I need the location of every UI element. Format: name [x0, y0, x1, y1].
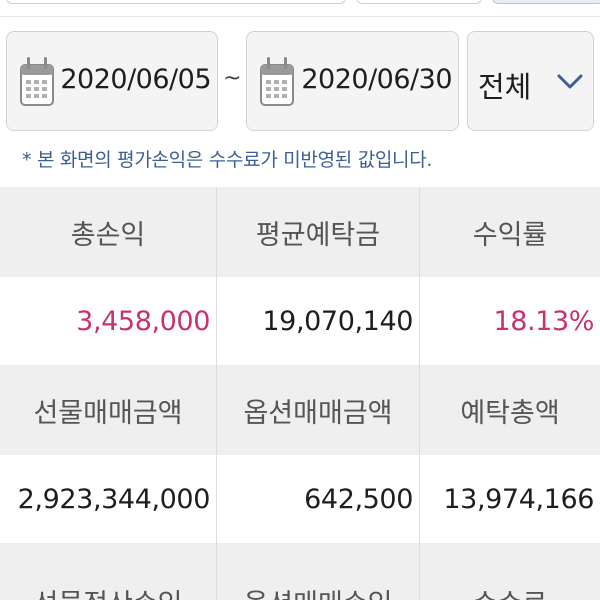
start-date-picker[interactable]: 2020/06/05 — [6, 31, 218, 131]
table-value-row: 3,458,000 19,070,140 18.13% — [0, 277, 600, 365]
top-tab-button[interactable] — [6, 0, 346, 4]
end-date-value: 2020/06/30 — [301, 64, 452, 95]
top-tab-button[interactable] — [356, 0, 482, 4]
fee-notice: * 본 화면의 평가손익은 수수료가 미반영된 값입니다. — [22, 149, 433, 171]
header-options-trade-amount: 옵션매매금액 — [217, 365, 420, 455]
header-commission: 수수료 — [420, 543, 600, 600]
header-futures-trade-amount: 선물매매금액 — [0, 365, 217, 455]
scope-select[interactable]: 전체 — [467, 31, 594, 131]
value-total-profit: 3,458,000 — [0, 277, 217, 365]
chevron-down-icon — [557, 74, 583, 89]
top-toolbar — [0, 0, 600, 17]
summary-table: 총손익 평균예탁금 수익률 3,458,000 19,070,140 18.13… — [0, 187, 600, 600]
value-total-deposit: 13,974,166 — [443, 483, 594, 515]
header-total-deposit: 예탁총액 — [460, 397, 560, 429]
table-header-row: 선물정산손익 옵션매매손익 수수료 — [0, 543, 600, 600]
value-avg-deposit: 19,070,140 — [217, 277, 420, 365]
calendar-icon — [20, 57, 54, 106]
calendar-icon — [260, 57, 294, 106]
start-date-value: 2020/06/05 — [60, 64, 211, 95]
header-futures-settlement-pl: 선물정산손익 — [0, 543, 217, 600]
header-options-trade-pl: 옵션매매손익 — [217, 543, 420, 600]
date-range-separator: ~ — [223, 66, 242, 91]
value-futures-trade-amount: 2,923,344,000 — [0, 455, 217, 543]
profit-summary-screen: 2020/06/05 ~ 2020/06/30 전체 * 본 화면의 평가손익은… — [0, 0, 600, 600]
end-date-picker[interactable]: 2020/06/30 — [246, 31, 459, 131]
header-avg-deposit: 평균예탁금 — [217, 187, 420, 277]
table-header-row: 선물매매금액 옵션매매금액 예탁총액 — [0, 365, 600, 455]
header-total-profit: 총손익 — [0, 187, 217, 277]
header-return-rate: 수익률 — [472, 219, 548, 251]
table-value-row: 2,923,344,000 642,500 13,974,166 — [0, 455, 600, 543]
top-tab-button-active[interactable] — [492, 0, 600, 4]
scope-select-value: 전체 — [478, 70, 532, 104]
value-options-trade-amount: 642,500 — [217, 455, 420, 543]
table-header-row: 총손익 평균예탁금 수익률 — [0, 187, 600, 277]
value-return-rate: 18.13% — [493, 305, 594, 337]
